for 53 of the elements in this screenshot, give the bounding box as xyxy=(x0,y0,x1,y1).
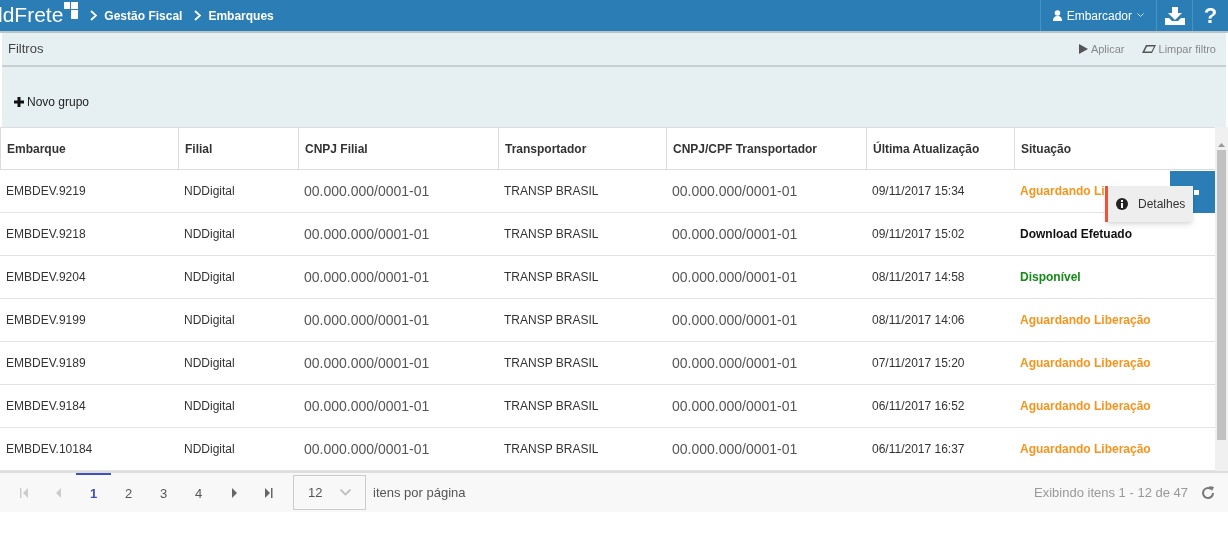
table-cell-text: 00.000.000/0001-01 xyxy=(671,396,799,416)
status-text: Aguardando Liberação xyxy=(1020,312,1151,329)
table-cell-text: 06/11/2017 16:37 xyxy=(871,441,966,458)
table-cell-text: 00.000.000/0001-01 xyxy=(671,181,799,201)
table-cell-text: 00.000.000/0001-01 xyxy=(671,310,799,330)
status-text: Aguardando Li xyxy=(1020,183,1105,200)
table-cell-text: 06/11/2017 16:52 xyxy=(871,398,966,415)
table-cell-text: 08/11/2017 14:06 xyxy=(871,312,966,329)
table-cell-text: TRANSP BRASIL xyxy=(503,226,600,243)
status-text: Aguardando Liberação xyxy=(1020,398,1151,415)
table-cell-text: EMBDEV.9184 xyxy=(5,398,87,415)
table-cell-text: 00.000.000/0001-01 xyxy=(671,439,799,459)
table-cell-text: 00.000.000/0001-01 xyxy=(303,439,431,459)
table-cell-text: EMBDEV.9204 xyxy=(5,269,87,286)
table-cell-text: 07/11/2017 15:20 xyxy=(871,355,966,372)
table-cell-text: EMBDEV.9189 xyxy=(5,355,87,372)
table-cell-text: EMBDEV.9218 xyxy=(5,226,87,243)
table-cell-text: NDDigital xyxy=(183,226,236,243)
table-cell-text: NDDigital xyxy=(183,183,236,200)
status-text: Aguardando Liberação xyxy=(1020,441,1151,458)
status-text: Aguardando Liberação xyxy=(1020,355,1151,372)
table-cell-text: 00.000.000/0001-01 xyxy=(671,353,799,373)
table-cell-text: 00.000.000/0001-01 xyxy=(303,353,431,373)
table-cell-text: TRANSP BRASIL xyxy=(503,441,600,458)
app-logo: ldFrete xyxy=(0,2,64,28)
status-text: Download Efetuado xyxy=(1020,226,1132,243)
table-cell-text: 00.000.000/0001-01 xyxy=(303,181,431,201)
table-cell-text: 00.000.000/0001-01 xyxy=(303,224,431,244)
table-cell-text: NDDigital xyxy=(183,441,236,458)
table-cell-text: EMBDEV.9199 xyxy=(5,312,87,329)
table-cell-text: 08/11/2017 14:58 xyxy=(871,269,966,286)
table-cell-text: NDDigital xyxy=(183,269,236,286)
status-text: Disponível xyxy=(1020,269,1081,286)
table-cell-text: TRANSP BRASIL xyxy=(503,183,600,200)
table-cell-text: EMBDEV.10184 xyxy=(5,441,94,458)
table-cell-text: 00.000.000/0001-01 xyxy=(303,267,431,287)
table-cell-text: NDDigital xyxy=(183,312,236,329)
table-cell-text: 00.000.000/0001-01 xyxy=(671,224,799,244)
table-cell-text: TRANSP BRASIL xyxy=(503,398,600,415)
table-cell-text: 09/11/2017 15:02 xyxy=(871,226,966,243)
table-cell-text: EMBDEV.9219 xyxy=(5,183,87,200)
table-cell-text: TRANSP BRASIL xyxy=(503,355,600,372)
table-cell-text: 00.000.000/0001-01 xyxy=(671,267,799,287)
table-cell-text: 00.000.000/0001-01 xyxy=(303,310,431,330)
page-size-label: itens por página xyxy=(373,483,466,502)
item-count: Exibindo itens 1 - 12 de 47 xyxy=(1034,483,1188,502)
table-cell-text: TRANSP BRASIL xyxy=(503,312,600,329)
table-cell-text: TRANSP BRASIL xyxy=(503,269,600,286)
table-cell-text: NDDigital xyxy=(183,398,236,415)
panel-title: Filtros xyxy=(8,40,44,59)
table-cell-text: NDDigital xyxy=(183,355,236,372)
table-cell-text: 00.000.000/0001-01 xyxy=(303,396,431,416)
table-cell-text: 09/11/2017 15:34 xyxy=(871,183,966,200)
